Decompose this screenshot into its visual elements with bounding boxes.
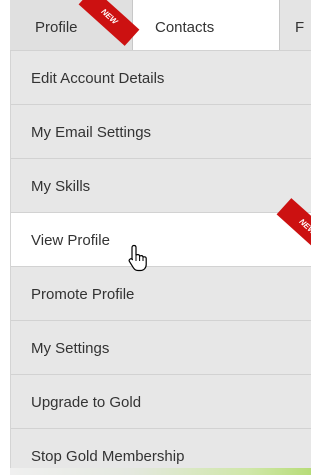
menu-item-edit-account-details[interactable]: Edit Account Details bbox=[11, 51, 311, 105]
menu-item-label: My Skills bbox=[31, 178, 91, 195]
tab-bar: Profile Contacts F bbox=[10, 0, 311, 51]
menu-item-my-skills[interactable]: My Skills bbox=[11, 159, 311, 213]
tab-contacts-label: Contacts bbox=[155, 19, 215, 36]
tab-contacts[interactable]: Contacts bbox=[133, 0, 280, 50]
profile-dropdown-screen: Profile Contacts F Edit Account Details … bbox=[0, 0, 311, 475]
menu-item-label: Stop Gold Membership bbox=[31, 448, 185, 465]
menu-item-label: Promote Profile bbox=[31, 286, 135, 303]
menu-item-promote-profile[interactable]: Promote Profile bbox=[11, 267, 311, 321]
tab-profile-label: Profile bbox=[35, 19, 78, 36]
background-strip bbox=[10, 468, 311, 475]
tab-partial[interactable]: F bbox=[280, 0, 311, 50]
menu-item-label: View Profile bbox=[31, 232, 110, 249]
menu-item-label: Edit Account Details bbox=[31, 70, 165, 87]
menu-item-upgrade-to-gold[interactable]: Upgrade to Gold bbox=[11, 375, 311, 429]
menu-item-label: My Settings bbox=[31, 340, 110, 357]
menu-item-my-email-settings[interactable]: My Email Settings bbox=[11, 105, 311, 159]
hand-pointer-cursor-icon bbox=[128, 244, 147, 272]
menu-item-my-settings[interactable]: My Settings bbox=[11, 321, 311, 375]
menu-item-label: My Email Settings bbox=[31, 124, 152, 141]
menu-item-label: Upgrade to Gold bbox=[31, 394, 142, 411]
tab-partial-label: F bbox=[295, 19, 305, 36]
menu-item-view-profile[interactable]: View Profile bbox=[11, 213, 311, 267]
profile-dropdown-menu: Edit Account Details My Email Settings M… bbox=[10, 51, 311, 475]
